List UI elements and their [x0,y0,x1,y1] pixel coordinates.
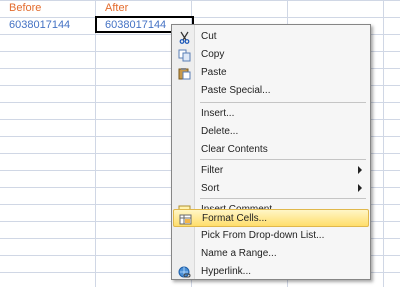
cell-a2-value[interactable]: 6038017144 [9,17,70,33]
format-cells-icon [178,212,192,226]
context-menu: Cut Copy Paste Paste Special... Insert..… [171,24,371,280]
paste-icon [177,66,191,80]
submenu-arrow-icon [358,166,362,174]
menu-separator [200,198,366,199]
hyperlink-icon [177,265,191,279]
scissors-icon [177,30,191,44]
menu-item-insert[interactable]: Insert... [173,105,369,123]
menu-item-filter[interactable]: Filter [173,162,369,180]
menu-item-hyperlink[interactable]: Hyperlink... [173,263,369,281]
menu-item-clear-contents[interactable]: Clear Contents [173,141,369,159]
menu-item-delete[interactable]: Delete... [173,123,369,141]
menu-separator [200,102,366,103]
cell-b1-after[interactable]: After [105,0,128,16]
menu-item-name-a-range[interactable]: Name a Range... [173,245,369,263]
menu-item-pick-from-list[interactable]: Pick From Drop-down List... [173,227,369,245]
menu-separator [200,159,366,160]
cell-a1-before[interactable]: Before [9,0,41,16]
menu-item-cut[interactable]: Cut [173,28,369,46]
menu-item-copy[interactable]: Copy [173,46,369,64]
menu-item-sort[interactable]: Sort [173,180,369,198]
menu-item-paste-special[interactable]: Paste Special... [173,82,369,100]
menu-item-format-cells[interactable]: Format Cells... [173,209,369,227]
submenu-arrow-icon [358,184,362,192]
menu-item-paste[interactable]: Paste [173,64,369,82]
copy-icon [177,48,191,62]
